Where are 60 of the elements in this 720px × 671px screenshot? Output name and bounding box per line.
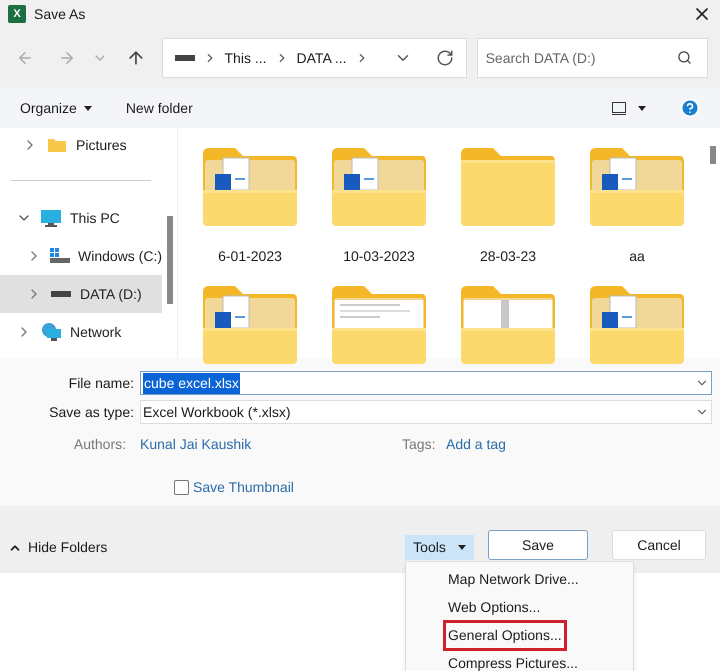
menu-item[interactable]: Web Options...	[446, 594, 542, 620]
tools-button[interactable]: Tools	[405, 535, 474, 560]
folder-label[interactable]: 10-03-2023	[343, 246, 415, 280]
file-type-dropdown[interactable]: Excel Workbook (*.xlsx)	[140, 400, 712, 424]
search-icon[interactable]	[676, 50, 692, 65]
sidebar-label: DATA (D:)	[80, 284, 142, 304]
sidebar-item[interactable]: DATA (D:)	[0, 275, 162, 313]
folder-icon	[48, 138, 66, 152]
sidebar-label: Pictures	[76, 136, 127, 154]
menu-item[interactable]: Map Network Drive...	[446, 566, 581, 592]
hide-folders-button[interactable]: Hide Folders	[8, 537, 108, 558]
scrollbar-thumb[interactable]	[710, 146, 716, 164]
menu-item[interactable]: General Options...	[446, 622, 564, 648]
menu-item[interactable]: Compress Pictures...	[446, 650, 580, 671]
new-folder-button[interactable]: New folder	[126, 98, 193, 118]
field-label: Authors:	[72, 434, 127, 454]
scrollbar-thumb[interactable]	[166, 216, 172, 304]
search-field[interactable]: Search DATA (D:)	[476, 38, 708, 78]
folder-icon	[201, 148, 299, 226]
folder-icon	[588, 148, 686, 226]
sidebar-label: This PC	[70, 208, 120, 228]
folder-label[interactable]: 6-01-2023	[218, 246, 282, 280]
sidebar-item[interactable]: This PC	[0, 199, 162, 237]
caret-icon	[84, 106, 92, 110]
cancel-button[interactable]: Cancel	[612, 530, 706, 560]
organize-button[interactable]: Organize	[20, 98, 92, 118]
folder-icon	[330, 148, 428, 226]
excel-icon: X	[8, 5, 26, 23]
field-label: File name:	[68, 374, 135, 392]
drive-icon	[51, 291, 71, 297]
monitor-icon	[41, 210, 61, 226]
drive-icon	[50, 248, 70, 264]
caret-icon	[458, 545, 466, 550]
network-icon	[41, 323, 61, 341]
selected-text: cube excel.xlsx	[143, 372, 240, 394]
field-label: Save as type:	[48, 402, 135, 422]
checkbox-label[interactable]: Save Thumbnail	[193, 477, 294, 498]
file-name-field[interactable]: cube excel.xlsx	[140, 371, 712, 395]
sidebar-item[interactable]: Windows (C:)	[0, 237, 162, 275]
sidebar-label: Network	[70, 322, 122, 342]
sidebar-item[interactable]: Pictures	[0, 128, 162, 162]
refresh-icon[interactable]	[436, 49, 454, 67]
breadcrumb[interactable]: DATA ...	[296, 48, 347, 68]
breadcrumb[interactable]: This ...	[224, 48, 267, 68]
window-title: Save As	[34, 4, 86, 24]
drive-icon	[174, 55, 194, 61]
folder-label[interactable]: 28-03-23	[480, 246, 536, 280]
folder-label[interactable]: aa	[629, 246, 645, 280]
view-icon[interactable]	[612, 102, 626, 114]
sidebar-item[interactable]: Network	[0, 313, 162, 351]
checkbox[interactable]	[174, 480, 189, 495]
field-label: Tags:	[402, 434, 436, 454]
save-button[interactable]: Save	[488, 530, 588, 560]
help-icon[interactable]	[680, 98, 700, 118]
authors-link[interactable]: Kunal Jai Kaushik	[140, 434, 402, 454]
folder-icon	[459, 148, 557, 226]
sidebar-label: Windows (C:)	[78, 246, 162, 266]
address-bar[interactable]: This ... DATA ...	[162, 38, 467, 78]
caret-icon	[638, 106, 646, 110]
tags-link[interactable]: Add a tag	[446, 434, 506, 454]
